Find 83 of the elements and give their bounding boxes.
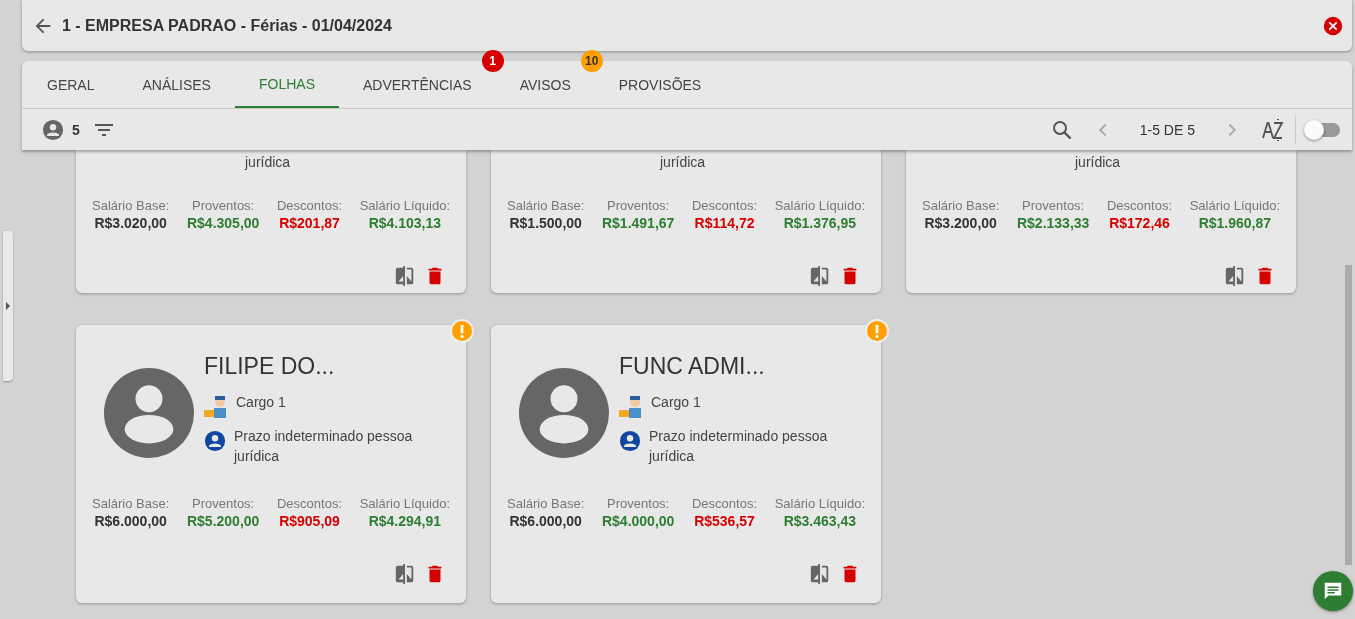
compare-icon (809, 563, 831, 585)
compare-icon (394, 265, 416, 287)
salary-label: Descontos: (277, 198, 343, 213)
chat-button[interactable] (1313, 571, 1353, 611)
page-title: 1 - EMPRESA PADRAO - Férias - 01/04/2024 (62, 16, 393, 35)
tab[interactable]: FOLHAS (234, 61, 339, 108)
compare-button[interactable] (809, 563, 831, 585)
salary-label: Salário Base: (92, 496, 170, 511)
compare-icon (1224, 265, 1246, 287)
salary-value: R$1.491,67 (601, 215, 675, 231)
salary-value: R$3.020,00 (93, 215, 168, 231)
salary-value: R$201,87 (278, 215, 341, 231)
salary-label: Salário Base: (922, 198, 1000, 213)
salary-label: Salário Base: (507, 198, 585, 213)
sidebar-handle[interactable] (3, 231, 13, 381)
salary-value: R$4.000,00 (601, 513, 675, 529)
count-badge: 10 (580, 50, 603, 72)
employee-name: FUNC ADMI... (619, 353, 766, 380)
salary-label: Descontos: (692, 496, 758, 511)
salary-label: Salário Líquido: (1189, 198, 1280, 213)
exclamation-icon (875, 324, 879, 338)
exclamation-icon (460, 324, 464, 338)
salary-value: R$172,46 (1108, 215, 1171, 231)
salary-label: Salário Base: (92, 198, 170, 213)
contract-type: jurídica (1075, 153, 1122, 172)
salary-label: Salário Líquido: (774, 198, 865, 213)
salary-value: R$5.200,00 (186, 513, 260, 529)
contract-type: Prazo indeterminado pessoa jurídica (234, 427, 414, 466)
worker-icon (204, 394, 228, 418)
salary-label: Salário Líquido: (774, 496, 865, 511)
salary-value: R$1.960,87 (1197, 215, 1273, 231)
salary-value: R$2.133,33 (1016, 215, 1090, 231)
caret-icon (6, 302, 10, 310)
close-icon (1322, 14, 1344, 37)
salary-label: Proventos: (606, 496, 671, 511)
salary-value: R$4.103,13 (367, 215, 443, 231)
salary-label: Salário Base: (507, 496, 585, 511)
salary-label: Salário Líquido: (359, 496, 450, 511)
count-badge: 1 (481, 50, 504, 72)
employee-count: 5 (72, 121, 80, 138)
compare-button[interactable] (809, 265, 831, 287)
salary-label: Descontos: (692, 198, 758, 213)
salary-value: R$6.000,00 (93, 513, 168, 529)
tab[interactable]: GERAL (23, 61, 119, 108)
salary-value: R$536,57 (693, 513, 756, 529)
salary-value: R$6.000,00 (508, 513, 583, 529)
tab[interactable]: ANÁLISES (118, 61, 235, 108)
pagination-text: 1-5 DE 5 (1139, 121, 1195, 138)
salary-label: Proventos: (191, 496, 256, 511)
salary-label: Proventos: (606, 198, 671, 213)
salary-label: Descontos: (277, 496, 343, 511)
person-icon (619, 430, 641, 452)
salary-value: R$4.294,91 (367, 513, 443, 529)
employee-name: FILIPE DO... (204, 353, 336, 380)
compare-button[interactable] (1224, 265, 1246, 287)
close-button[interactable] (1322, 14, 1344, 37)
salary-value: R$114,72 (693, 215, 756, 231)
salary-value: R$3.463,43 (782, 513, 858, 529)
salary-label: Descontos: (1107, 198, 1173, 213)
contract-type: Prazo indeterminado pessoa jurídica (649, 427, 829, 466)
compare-icon (809, 265, 831, 287)
salary-label: Proventos: (1021, 198, 1086, 213)
job-title: Cargo 1 (651, 394, 701, 410)
salary-value: R$1.376,95 (782, 215, 858, 231)
salary-value: R$3.200,00 (923, 215, 998, 231)
compare-button[interactable] (394, 265, 416, 287)
salary-value: R$4.305,00 (186, 215, 260, 231)
compare-button[interactable] (394, 563, 416, 585)
person-icon (204, 430, 226, 452)
compare-icon (394, 563, 416, 585)
toggle-switch[interactable] (1306, 122, 1340, 137)
salary-label: Salário Líquido: (359, 198, 450, 213)
salary-label: Proventos: (191, 198, 256, 213)
sort-az-icon (1261, 117, 1285, 142)
contract-type: jurídica (245, 153, 292, 172)
person-icon (42, 118, 64, 141)
sort-button[interactable] (1261, 117, 1285, 142)
scrollbar[interactable] (1345, 265, 1352, 565)
salary-value: R$905,09 (278, 513, 341, 529)
worker-icon (619, 394, 643, 418)
job-title: Cargo 1 (236, 394, 286, 410)
contract-type: jurídica (660, 153, 707, 172)
salary-value: R$1.500,00 (508, 215, 583, 231)
